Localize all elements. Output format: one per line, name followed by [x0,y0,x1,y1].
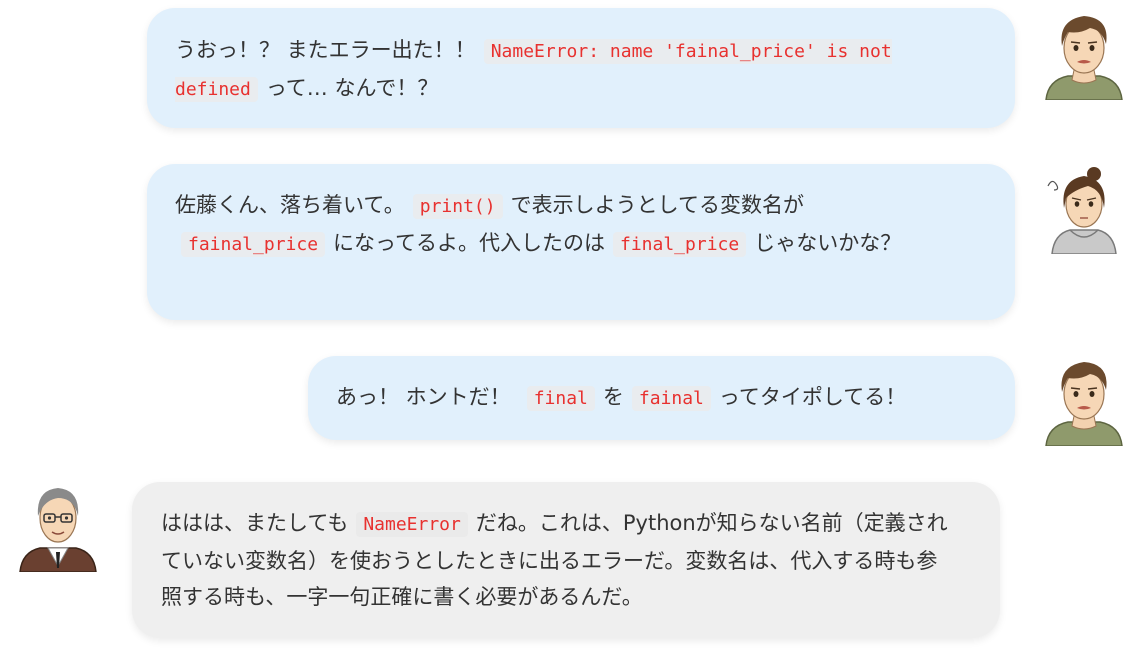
message-text: ってタイポしてる！ [718,385,907,409]
chat-bubble-student-2: あっ！ ホントだ！ final を fainal ってタイポしてる！ [308,356,1015,440]
inline-code: final [526,386,595,411]
message-text: になってるよ。代入したのは [333,231,605,255]
inline-code: print() [412,194,503,219]
chat-bubble-teacher: ははは、またしても NameError だね。これは、Pythonが知らない名前（定… [132,482,1000,638]
classmate-avatar [1044,164,1124,254]
inline-code: fainal_price [181,232,326,257]
message-text: うおっ！？ またエラー出た！！ [175,38,476,62]
inline-code: NameError [356,512,468,537]
message-text: ははは、またしても [161,511,349,535]
chat-bubble-classmate: 佐藤くん、落ち着いて。 print() で表示しようとしてる変数名が fainal_p… [147,164,1015,320]
message-text: じゃないかな？ [754,231,902,255]
student-avatar [1044,356,1124,446]
inline-code: final_price [613,232,747,257]
message-text: を [602,385,624,409]
message-text: で表示しようとしてる変数名が [510,193,804,217]
message-text: って… なんで！？ [265,76,439,100]
student-avatar [1044,10,1124,100]
message-text: 佐藤くん、落ち着いて。 [175,193,405,217]
message-text: あっ！ ホントだ！ [336,385,511,409]
chat-bubble-student-1: うおっ！？ またエラー出た！！ NameError: name 'fainal_p… [147,8,1015,128]
teacher-avatar [18,482,98,572]
inline-code: fainal [631,386,711,411]
